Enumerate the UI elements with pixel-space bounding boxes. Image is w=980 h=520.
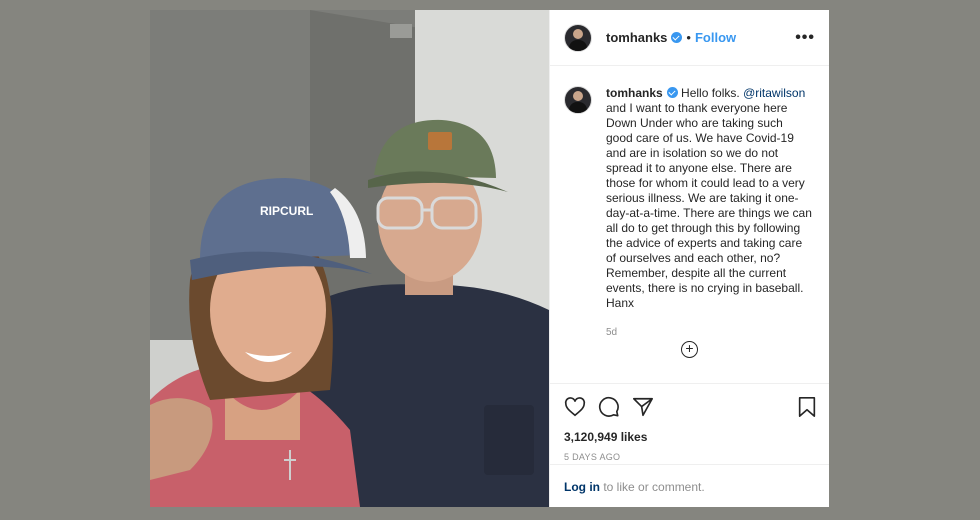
caption-username[interactable]: tomhanks <box>606 86 663 100</box>
more-options-icon[interactable]: ••• <box>795 29 815 47</box>
caption-text: tomhanks Hello folks. @ritawilson and I … <box>606 86 812 311</box>
heart-icon[interactable] <box>564 396 586 418</box>
add-circle-icon[interactable]: + <box>681 341 698 358</box>
caption-body: and I want to thank everyone here Down U… <box>606 101 812 310</box>
separator-dot: • <box>686 30 691 45</box>
verified-icon <box>666 87 678 98</box>
instagram-post: RIPCURL tomhanks • Follow ••• tomhanks H… <box>150 10 829 507</box>
post-side-panel: tomhanks • Follow ••• tomhanks Hello fol… <box>549 10 829 507</box>
share-icon[interactable] <box>632 396 654 418</box>
action-icons <box>564 396 654 418</box>
login-prompt-text: to like or comment. <box>600 480 705 494</box>
caption-avatar[interactable] <box>564 86 592 114</box>
avatar[interactable] <box>564 23 592 52</box>
post-photo[interactable]: RIPCURL <box>150 10 549 507</box>
post-header: tomhanks • Follow ••• <box>550 10 829 66</box>
cap-logo-text: RIPCURL <box>260 204 313 218</box>
comment-icon[interactable] <box>598 396 620 418</box>
login-link[interactable]: Log in <box>564 480 600 494</box>
caption-age[interactable]: 5d <box>606 327 829 338</box>
post-timestamp: 5 DAYS AGO <box>564 452 621 462</box>
header-username[interactable]: tomhanks <box>606 30 667 45</box>
bookmark-icon[interactable] <box>797 396 817 418</box>
selfie-illustration: RIPCURL <box>150 10 549 507</box>
mention-link[interactable]: @ritawilson <box>743 86 805 100</box>
action-bar: 3,120,949 likes 5 DAYS AGO Log in to lik… <box>550 383 829 508</box>
follow-button[interactable]: Follow <box>695 30 736 45</box>
verified-icon <box>671 32 683 43</box>
login-prompt: Log in to like or comment. <box>550 464 829 508</box>
caption: tomhanks Hello folks. @ritawilson and I … <box>550 66 829 311</box>
caption-prefix: Hello folks. <box>681 86 744 100</box>
likes-count[interactable]: 3,120,949 likes <box>564 430 647 444</box>
